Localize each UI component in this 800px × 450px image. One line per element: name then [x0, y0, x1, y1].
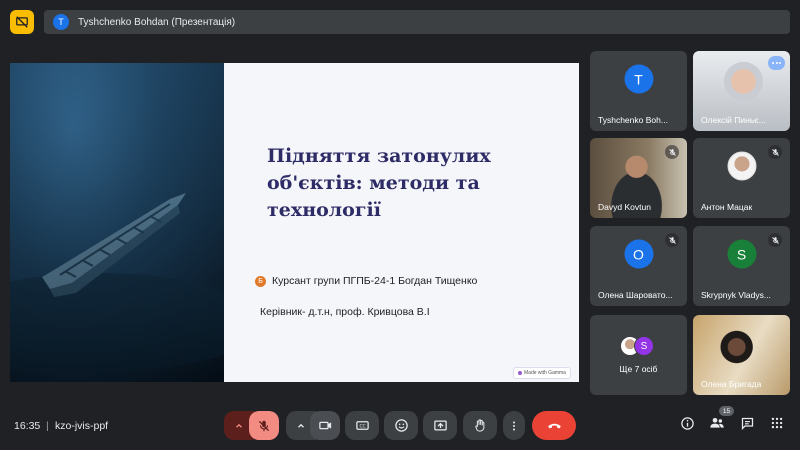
gamma-badge-label: Made with Gamma: [524, 370, 566, 376]
muted-indicator: [768, 145, 782, 159]
microphone-off-icon: [668, 148, 676, 156]
participant-tile[interactable]: S Skrypnyk Vladys...: [693, 226, 790, 306]
hand-icon: [474, 419, 484, 432]
microphone-toggle-button[interactable]: [249, 411, 279, 440]
participant-avatar: О: [624, 239, 653, 269]
top-bar: T Tyshchenko Bohdan (Презентація): [0, 0, 800, 46]
raise-hand-button[interactable]: [463, 411, 497, 440]
presenter-label: Tyshchenko Bohdan (Презентація): [78, 16, 236, 28]
people-count-badge: 15: [719, 406, 734, 416]
participant-tile[interactable]: Davyd Kovtun: [590, 138, 687, 218]
reactions-button[interactable]: [384, 411, 418, 440]
gamma-logo-icon: [518, 371, 522, 375]
meeting-time: 16:35: [14, 420, 41, 432]
participant-name: Ще 7 осіб: [619, 364, 658, 374]
meeting-separator: |: [46, 420, 49, 432]
participant-avatar: S: [634, 336, 654, 356]
activities-button[interactable]: [769, 415, 785, 431]
closed-captions-icon: CC: [355, 421, 369, 430]
participant-avatar: [727, 151, 756, 181]
meeting-details-button[interactable]: [679, 415, 695, 431]
participant-avatar: T: [624, 64, 653, 94]
leave-call-button[interactable]: [532, 411, 576, 440]
participant-name: Олексій Пиньє...: [701, 115, 766, 125]
microphone-off-icon: [258, 420, 270, 431]
shipwreck-image: [10, 63, 224, 382]
participant-name: Tyshchenko Boh...: [598, 115, 668, 125]
participant-avatar: S: [727, 239, 756, 269]
presenter-avatar: T: [53, 14, 69, 30]
microphone-off-icon: [771, 236, 779, 244]
participant-avatar-stack: S: [620, 336, 660, 356]
participant-name: Олена Бригада: [701, 379, 762, 389]
slide-author-row: Б Курсант групи ПГПБ-24-1 Богдан Тищенко: [255, 275, 477, 287]
participant-tile[interactable]: T Tyshchenko Boh...: [590, 51, 687, 131]
muted-indicator: [768, 233, 782, 247]
slide-author: Курсант групи ПГПБ-24-1 Богдан Тищенко: [272, 275, 478, 287]
camera-icon: [318, 421, 331, 430]
emoji-icon: [394, 419, 408, 432]
author-bullet-icon: Б: [255, 275, 266, 287]
chevron-up-icon: [298, 423, 304, 428]
chevron-up-icon: [236, 423, 242, 428]
presentation-banner[interactable]: T Tyshchenko Bohdan (Презентація): [44, 10, 790, 34]
more-vertical-icon: [513, 421, 515, 430]
participant-tile[interactable]: О Олена Шаровато...: [590, 226, 687, 306]
participant-tile[interactable]: S Ще 7 осіб: [590, 315, 687, 395]
bottom-bar: 16:35 | kzo-jvis-ppf CC: [0, 403, 800, 450]
tile-options-button[interactable]: [768, 56, 785, 70]
svg-text:CC: CC: [359, 424, 365, 430]
present-screen-button[interactable]: [423, 411, 457, 440]
meeting-code[interactable]: kzo-jvis-ppf: [55, 420, 108, 432]
slide-title: Підняття затонулих об'єктів: методи та т…: [267, 145, 491, 221]
stop-presenting-button[interactable]: [10, 10, 34, 34]
participant-tile[interactable]: Антон Мацак: [693, 138, 790, 218]
participant-name: Олена Шаровато...: [598, 290, 673, 300]
microphone-off-icon: [668, 236, 676, 244]
participant-tile[interactable]: Олена Бригада: [693, 315, 790, 395]
apps-grid-icon: [771, 417, 783, 429]
participant-name: Davyd Kovtun: [598, 202, 651, 212]
people-icon: [710, 418, 724, 428]
shared-screen: Підняття затонулих об'єктів: методи та т…: [10, 63, 579, 382]
muted-indicator: [665, 145, 679, 159]
camera-toggle-button[interactable]: [310, 411, 340, 440]
present-screen-icon: [433, 420, 447, 431]
people-button[interactable]: [709, 415, 725, 431]
made-with-gamma-badge: Made with Gamma: [513, 367, 571, 379]
captions-button[interactable]: CC: [345, 411, 379, 440]
muted-indicator: [665, 233, 679, 247]
chat-button[interactable]: [739, 415, 755, 431]
participant-tile[interactable]: Олексій Пиньє...: [693, 51, 790, 131]
presentation-off-icon: [16, 16, 28, 28]
slide-advisor: Керівник- д.т.н, проф. Кривцова В.І: [260, 306, 430, 318]
participant-name: Антон Мацак: [701, 202, 753, 212]
chat-icon: [741, 417, 753, 430]
participant-name: Skrypnyk Vladys...: [701, 290, 771, 300]
more-options-button[interactable]: [503, 411, 525, 440]
hang-up-icon: [547, 423, 561, 429]
microphone-off-icon: [771, 148, 779, 156]
info-icon: [680, 416, 694, 430]
